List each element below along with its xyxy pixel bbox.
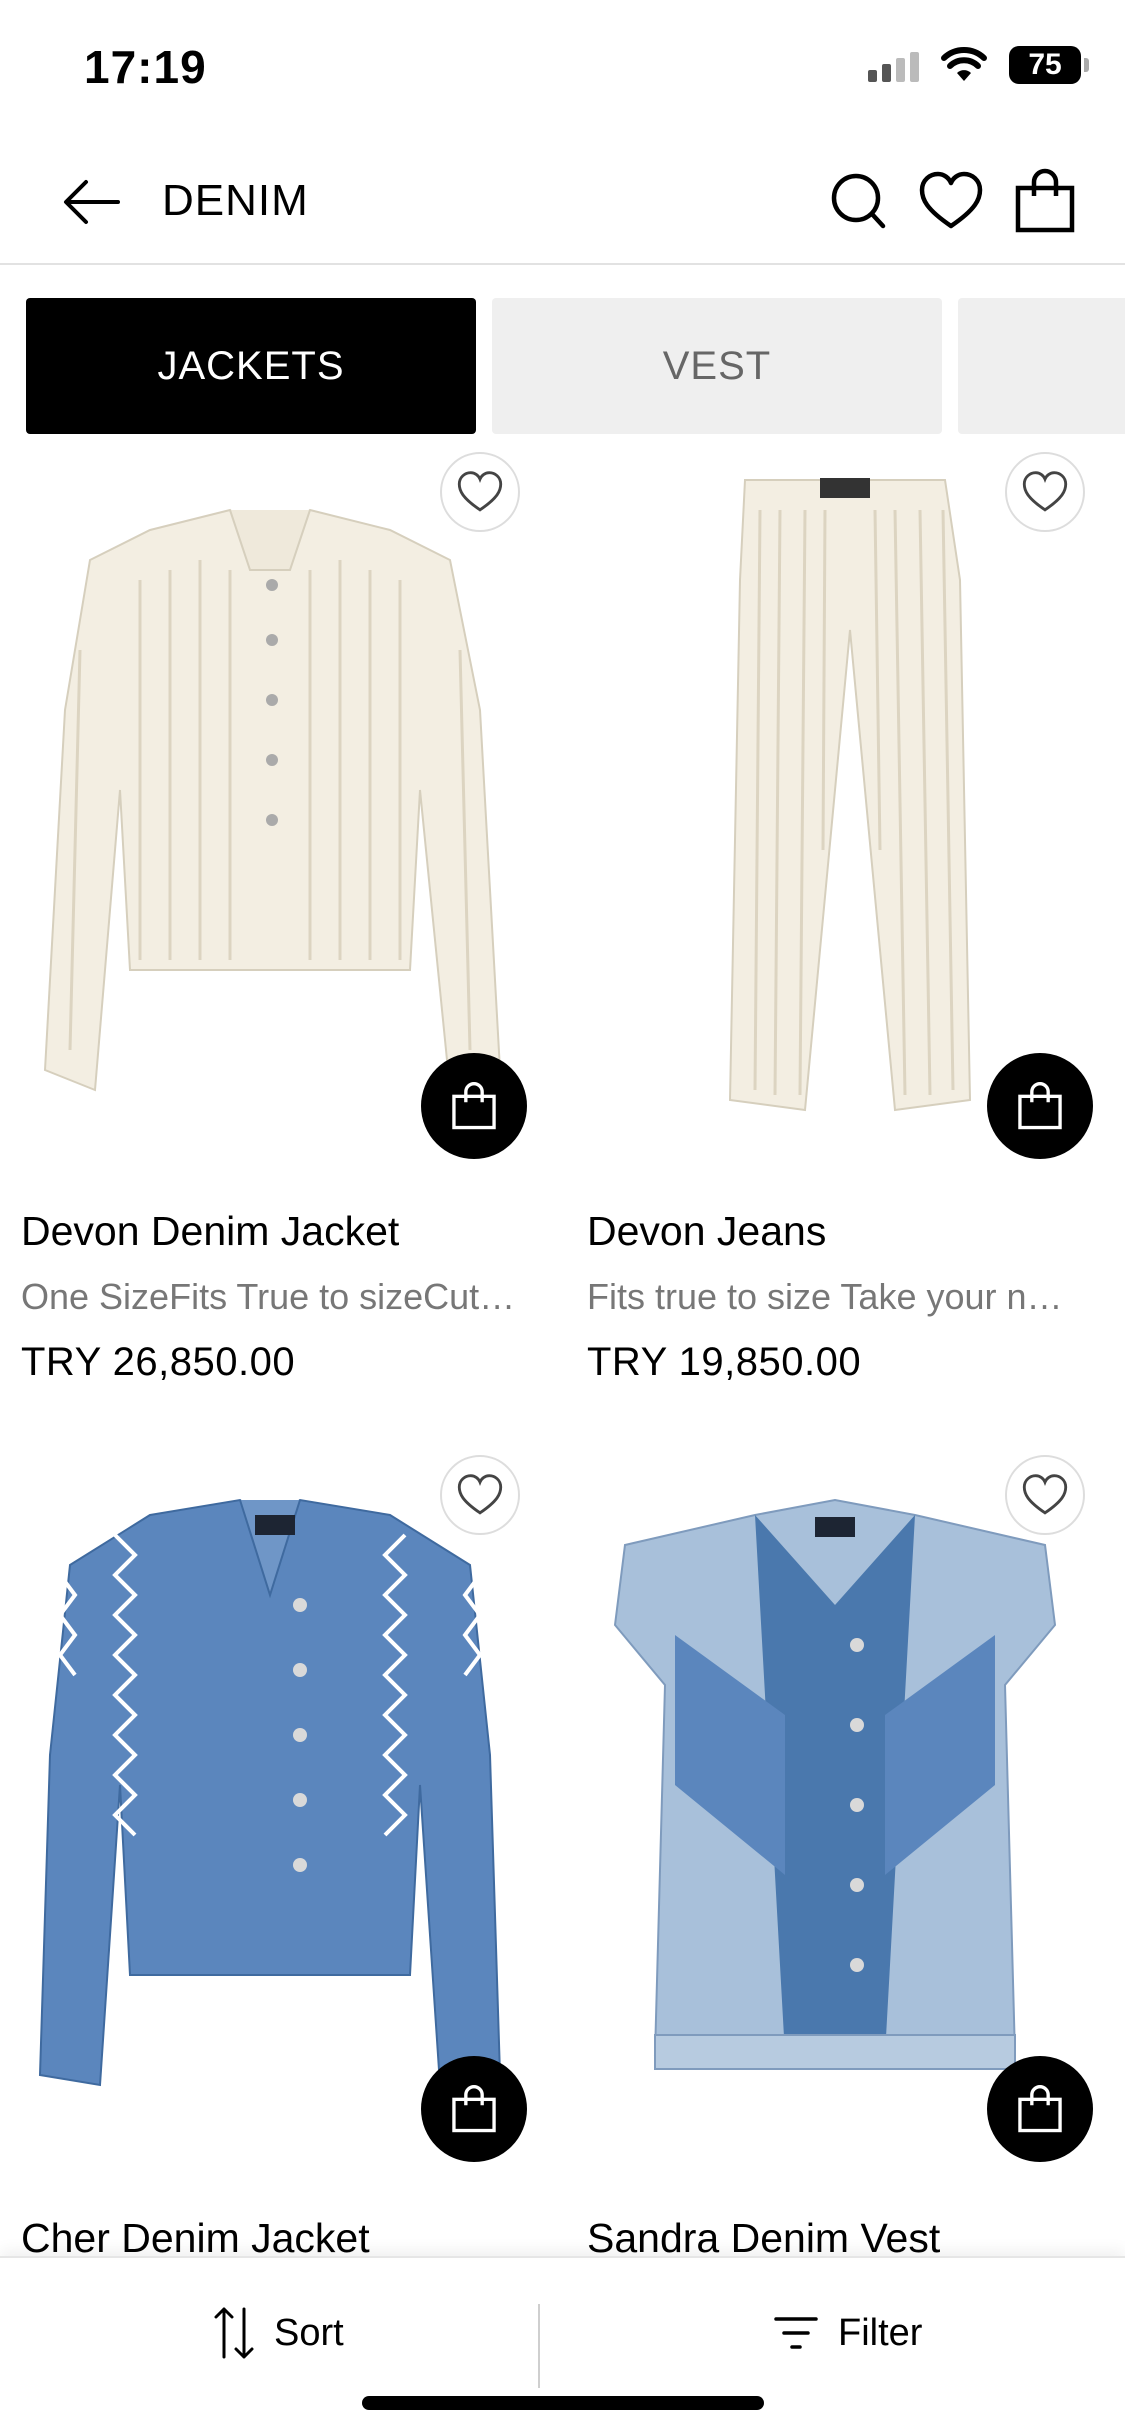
- product-image-denim-jacket[interactable]: [0, 1455, 540, 2135]
- product-card[interactable]: Devon Denim Jacket One SizeFits True to …: [0, 450, 540, 1410]
- divider: [538, 2304, 540, 2388]
- category-tabs: JACKETS VEST: [26, 298, 1125, 434]
- filter-icon: [774, 2317, 818, 2349]
- add-to-cart-button[interactable]: [987, 2056, 1093, 2162]
- nav-bar: DENIM: [0, 140, 1125, 265]
- wifi-icon: [941, 47, 987, 81]
- shopping-bag-icon[interactable]: [1010, 166, 1080, 236]
- filter-label: Filter: [838, 2311, 923, 2354]
- search-icon[interactable]: [825, 166, 895, 236]
- product-price: TRY 26,850.00: [21, 1340, 296, 1384]
- favorite-button[interactable]: [440, 452, 520, 532]
- filter-button[interactable]: Filter: [772, 2298, 922, 2368]
- page-title: DENIM: [162, 176, 309, 225]
- product-name[interactable]: Sandra Denim Vest: [587, 2215, 940, 2255]
- favorite-button[interactable]: [1005, 1455, 1085, 1535]
- product-image-denim-vest[interactable]: [565, 1455, 1105, 2135]
- heart-icon: [1022, 1474, 1068, 1515]
- shopping-bag-icon: [1018, 2085, 1062, 2133]
- shopping-bag-icon: [452, 1082, 496, 1130]
- sort-icon: [214, 2307, 254, 2359]
- product-card[interactable]: Sandra Denim Vest: [565, 1455, 1105, 2255]
- product-price: TRY 19,850.00: [587, 1340, 862, 1384]
- home-indicator[interactable]: [362, 2396, 764, 2410]
- heart-icon: [457, 1474, 503, 1515]
- heart-icon: [1022, 471, 1068, 512]
- product-card[interactable]: Devon Jeans Fits true to size Take your …: [565, 450, 1105, 1410]
- product-description: One SizeFits True to sizeCut…: [21, 1276, 516, 1317]
- product-name[interactable]: Devon Denim Jacket: [21, 1208, 399, 1255]
- sort-label: Sort: [274, 2311, 344, 2354]
- sort-button[interactable]: Sort: [212, 2298, 344, 2368]
- product-name[interactable]: Cher Denim Jacket: [21, 2215, 370, 2255]
- status-indicators: 75: [868, 46, 1089, 84]
- favorite-button[interactable]: [1005, 452, 1085, 532]
- status-bar: 17:19 75: [0, 0, 1125, 140]
- signal-icon: [868, 48, 919, 82]
- product-card[interactable]: Cher Denim Jacket: [0, 1455, 540, 2255]
- shopping-bag-icon: [1018, 1082, 1062, 1130]
- product-name[interactable]: Devon Jeans: [587, 1208, 826, 1255]
- back-arrow-icon[interactable]: [60, 170, 124, 234]
- tab-vest[interactable]: VEST: [492, 298, 942, 434]
- heart-icon: [457, 471, 503, 512]
- add-to-cart-button[interactable]: [987, 1053, 1093, 1159]
- product-description: Fits true to size Take your n…: [587, 1276, 1063, 1317]
- tab-more[interactable]: [958, 298, 1125, 434]
- battery-icon: 75: [1009, 46, 1089, 84]
- heart-icon[interactable]: [916, 166, 986, 236]
- battery-level: 75: [1028, 48, 1062, 81]
- favorite-button[interactable]: [440, 1455, 520, 1535]
- status-time: 17:19: [84, 41, 207, 93]
- tab-jackets[interactable]: JACKETS: [26, 298, 476, 434]
- add-to-cart-button[interactable]: [421, 2056, 527, 2162]
- shopping-bag-icon: [452, 2085, 496, 2133]
- add-to-cart-button[interactable]: [421, 1053, 527, 1159]
